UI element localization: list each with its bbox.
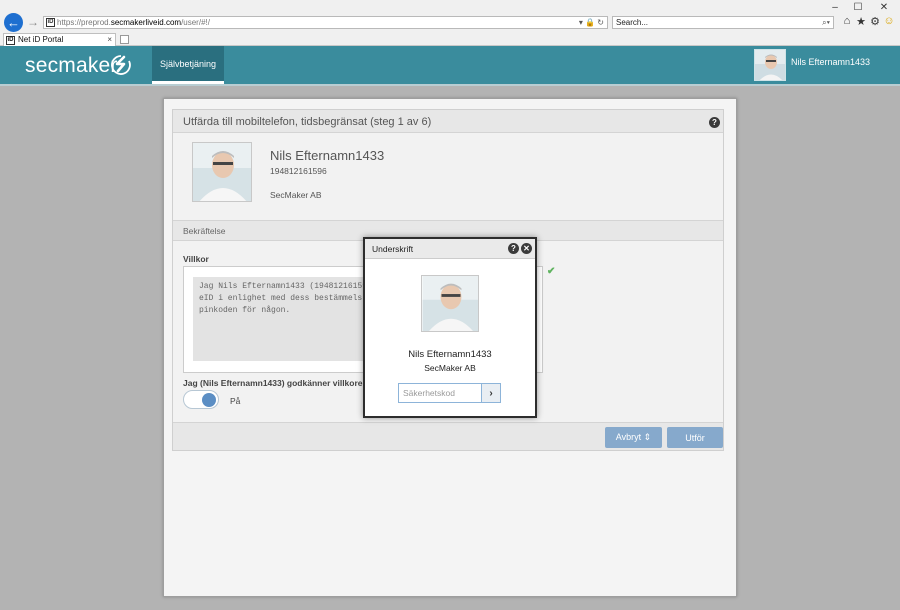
address-bar[interactable]: iD https://preprod.secmakerliveid.com/us… <box>43 16 608 29</box>
search-icon[interactable]: ⌕▾ <box>822 17 830 28</box>
favorites-star-icon[interactable]: ★ <box>855 15 867 28</box>
search-placeholder: Search... <box>616 18 649 27</box>
profile-personal-number: 194812161596 <box>270 166 327 176</box>
cancel-button[interactable]: Avbryt ⇕ <box>605 427 662 448</box>
profile-photo <box>192 142 252 202</box>
toggle-state-label: På <box>230 396 241 406</box>
profile-photo-image <box>193 143 251 201</box>
profile-organization: SecMaker AB <box>270 190 322 200</box>
address-subdomain: preprod. <box>81 18 111 27</box>
address-host: secmakerliveid.com <box>110 18 182 27</box>
smiley-feedback-icon[interactable]: ☺ <box>883 15 895 27</box>
accept-terms-toggle[interactable] <box>183 390 219 409</box>
dialog-photo <box>421 275 479 332</box>
tab-close-icon[interactable]: × <box>107 34 112 46</box>
dialog-photo-image <box>422 276 478 331</box>
profile-name: Nils Efternamn1433 <box>270 148 385 163</box>
browser-tab[interactable]: iD Net iD Portal × <box>3 33 116 46</box>
chevron-right-icon: › <box>489 387 493 399</box>
header-user-name[interactable]: Nils Efternamn1433 <box>791 57 870 67</box>
user-avatar[interactable] <box>754 49 786 81</box>
browser-search-input[interactable]: Search... ⌕▾ <box>612 16 834 29</box>
tab-title: Net iD Portal <box>18 35 64 44</box>
address-tools-icons[interactable]: ▾ 🔒 ↻ <box>579 17 604 28</box>
execute-button[interactable]: Utför <box>667 427 723 448</box>
forward-button[interactable]: → <box>27 14 39 30</box>
help-icon[interactable]: ? <box>709 117 720 128</box>
confirmation-section-title: Bekräftelse <box>183 226 226 236</box>
wizard-title: Utfärda till mobiltelefon, tidsbegränsat… <box>183 116 432 128</box>
avatar-photo <box>755 50 785 80</box>
close-window-icon[interactable]: ✕ <box>877 2 891 13</box>
maximize-icon[interactable]: ☐ <box>851 2 865 13</box>
toggle-knob <box>202 393 216 407</box>
logo-text: secmaker <box>25 54 118 77</box>
checkmark-icon: ✔ <box>547 266 556 277</box>
new-tab-button[interactable] <box>120 35 129 44</box>
submit-code-button[interactable]: › <box>481 383 501 403</box>
back-button[interactable]: ← <box>4 13 23 32</box>
address-scheme: https:// <box>57 18 82 27</box>
tab-favicon-icon: iD <box>6 36 15 45</box>
dialog-title: Underskrift <box>372 244 414 254</box>
secmaker-logo-icon <box>111 55 131 75</box>
dialog-organization: SecMaker AB <box>424 363 476 373</box>
settings-gear-icon[interactable]: ⚙ <box>869 15 881 28</box>
accept-terms-label: Jag (Nils Efternamn1433) godkänner villk… <box>183 378 371 388</box>
dialog-user-name: Nils Efternamn1433 <box>408 349 492 360</box>
favicon-icon: iD <box>46 18 55 27</box>
terms-label: Villkor <box>183 254 209 264</box>
security-code-input[interactable] <box>398 383 481 403</box>
minimize-icon[interactable]: – <box>828 2 842 13</box>
home-icon[interactable]: ⌂ <box>841 15 853 27</box>
nav-self-service[interactable]: Självbetjäning <box>152 46 224 84</box>
dialog-help-icon[interactable]: ? <box>508 243 519 254</box>
address-path: /user/#!/ <box>181 18 210 27</box>
dialog-close-icon[interactable]: ✕ <box>521 243 532 254</box>
